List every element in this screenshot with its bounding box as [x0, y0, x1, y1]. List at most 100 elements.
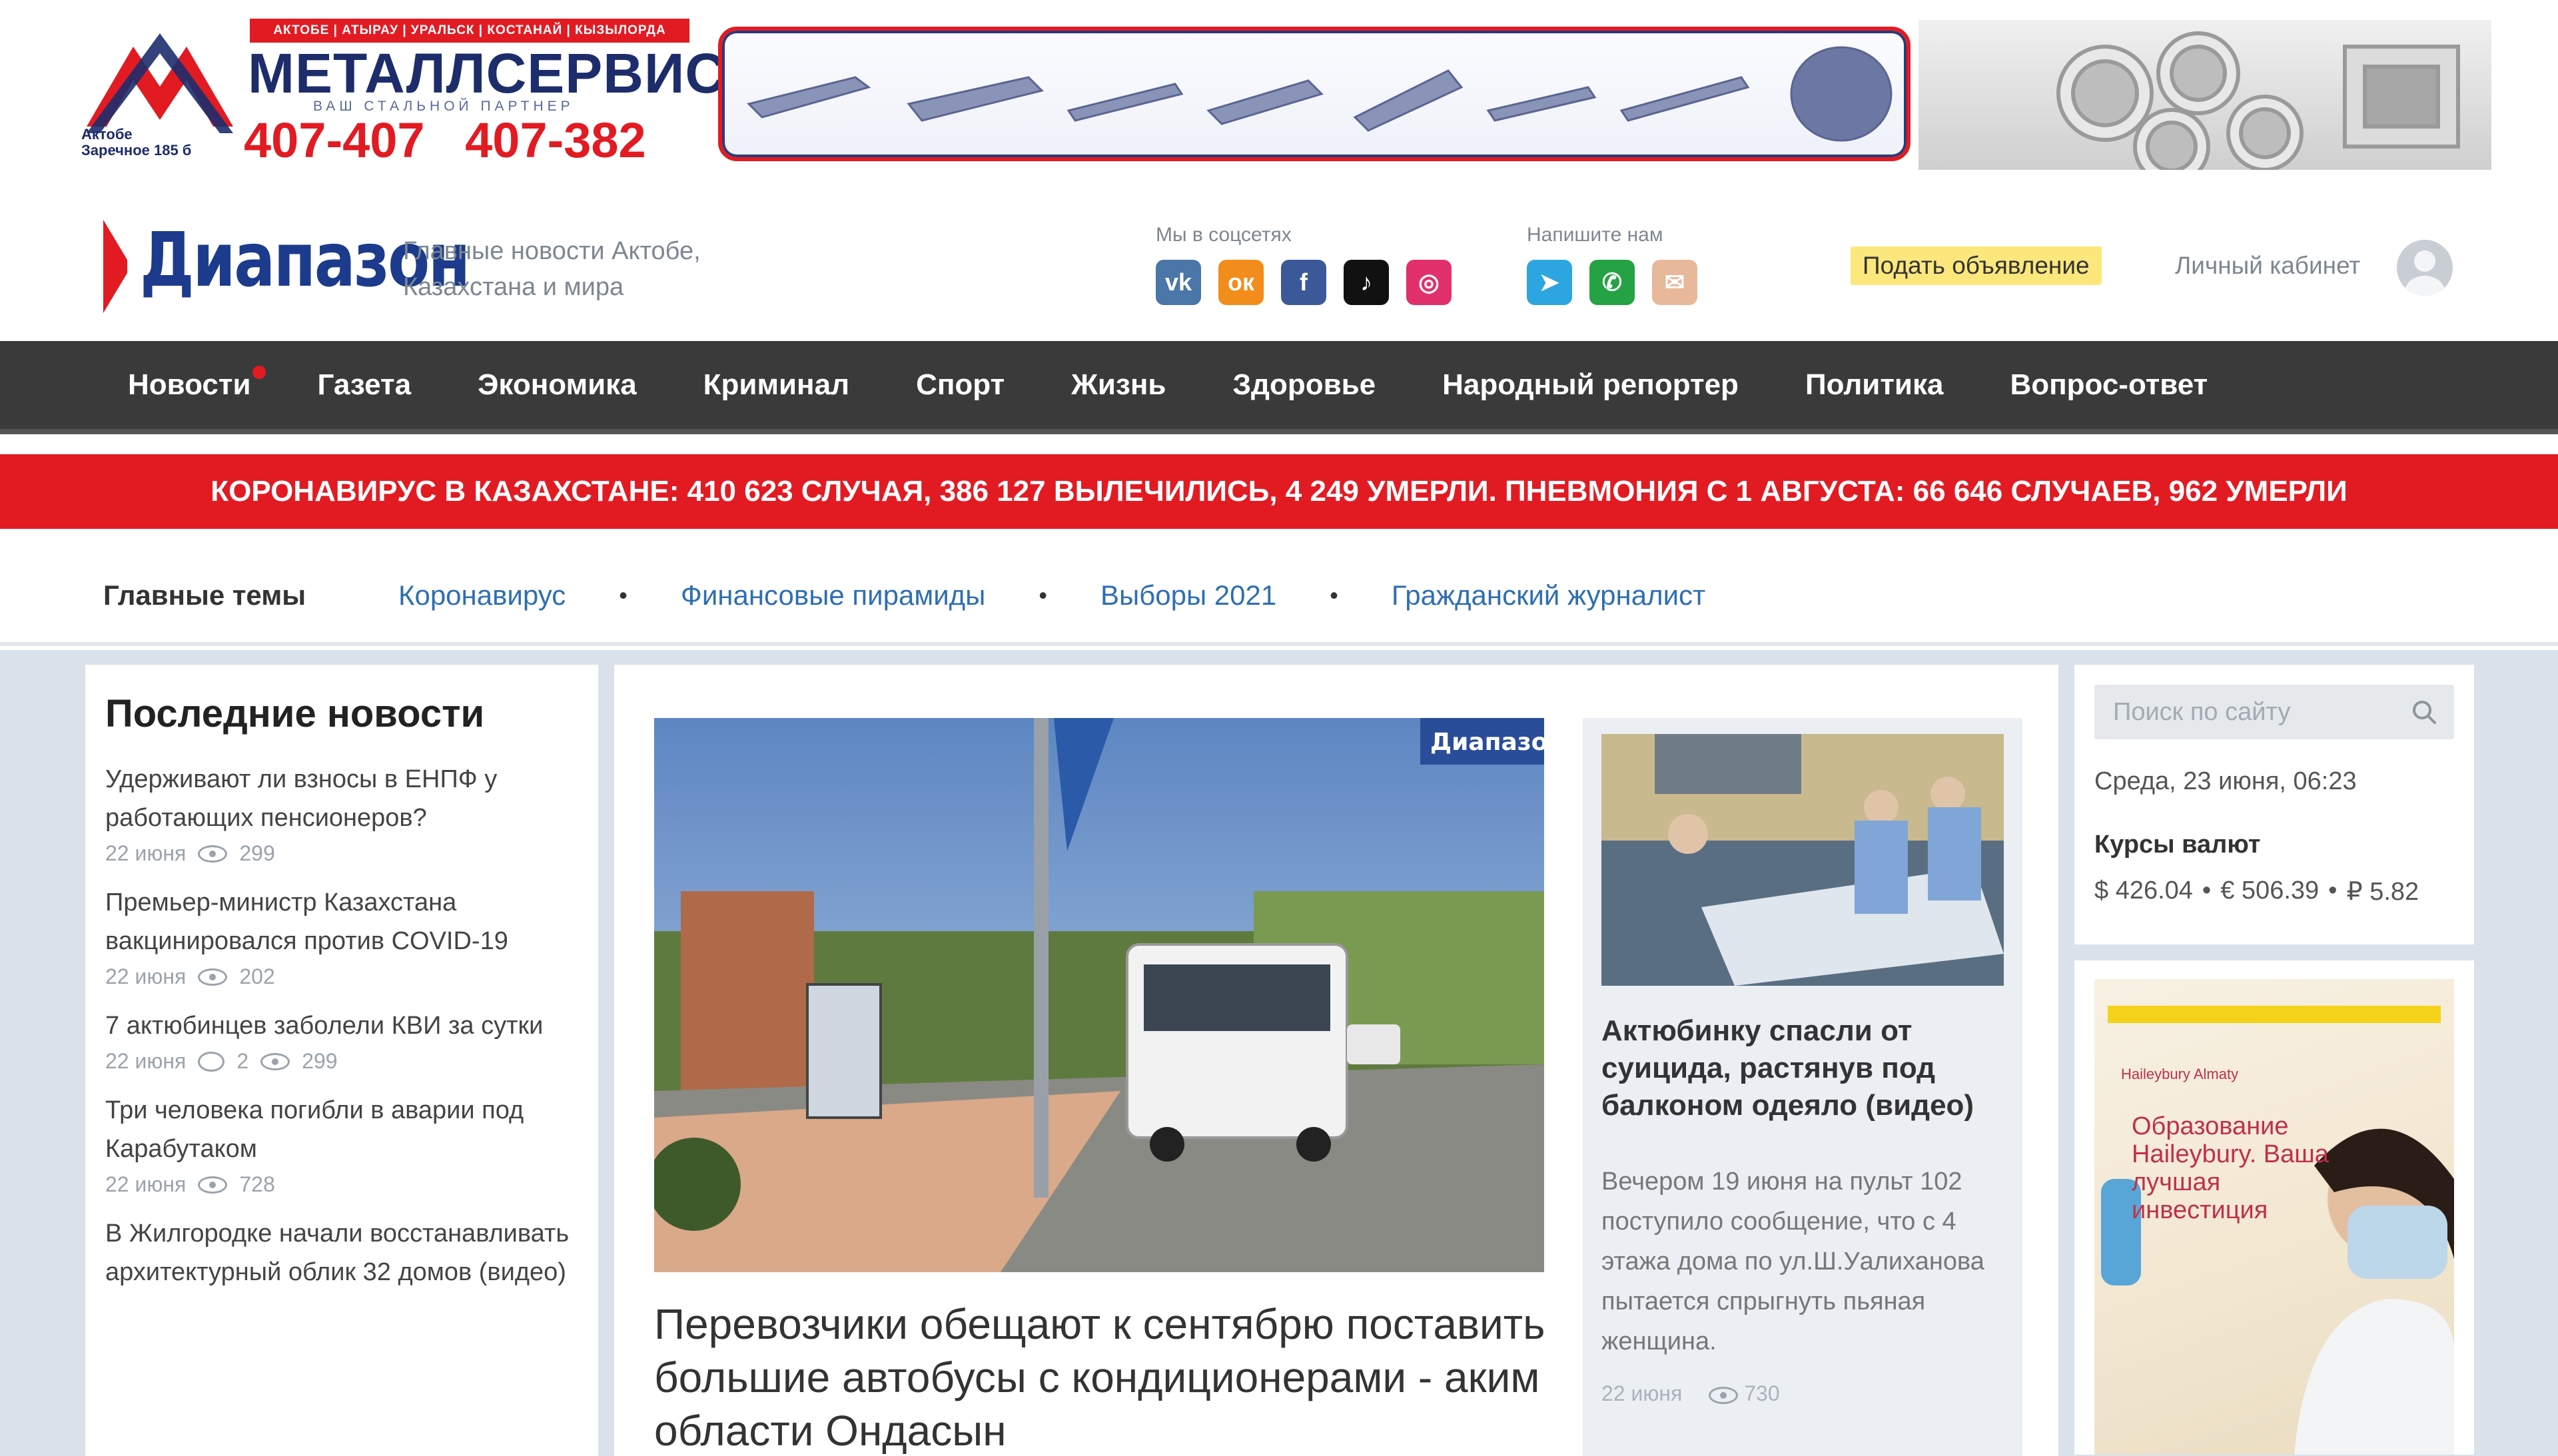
nav-item-label: Здоровье: [1232, 368, 1376, 401]
telegram-icon[interactable]: ➤: [1527, 260, 1572, 305]
banner-city: Актобе Заречное 185 б: [81, 126, 192, 159]
main-topics-bar: Главные темы Коронавирус • Финансовые пира…: [0, 546, 2558, 646]
instagram-icon[interactable]: ◎: [1406, 260, 1452, 305]
whatsapp-icon[interactable]: ✆: [1589, 260, 1635, 305]
side-story-card[interactable]: Актюбинку спасли от суицида, растянув по…: [1583, 718, 2022, 1456]
search-icon[interactable]: [2411, 699, 2437, 725]
topic-link[interactable]: Финансовые пирамиды: [681, 579, 985, 611]
list-item[interactable]: Удерживают ли взносы в ЕНПФ у работающих…: [105, 760, 578, 866]
side-story-views: 730: [1744, 1381, 1780, 1405]
user-avatar-icon[interactable]: [2397, 240, 2453, 296]
news-date: 22 июня: [105, 1049, 187, 1073]
nav-item-3[interactable]: Криминал: [703, 368, 849, 402]
nav-item-8[interactable]: Политика: [1805, 368, 1944, 402]
featured-column: Диапазон Перевозчики обещают к сентябрю …: [614, 665, 2058, 1456]
facebook-icon[interactable]: f: [1281, 260, 1326, 305]
main-topics-title: Главные темы: [103, 579, 306, 611]
latest-news-column: Последние новости Удерживают ли взносы в…: [85, 665, 598, 1456]
side-ad[interactable]: Haileybury Almaty Образование Haileybury…: [2074, 960, 2474, 1455]
rate-separator: •: [2202, 877, 2212, 905]
topic-link[interactable]: Выборы 2021: [1100, 579, 1276, 611]
topic-separator: •: [619, 581, 628, 609]
news-date: 22 июня: [105, 841, 187, 865]
news-date: 22 июня: [105, 964, 187, 988]
news-meta: 22 июня 2 299: [105, 1049, 578, 1074]
ad-brand: Haileybury Almaty: [2121, 1066, 2239, 1082]
post-ad-button[interactable]: Подать объявление: [1851, 246, 2102, 285]
topic-separator: •: [1039, 581, 1047, 609]
nav-item-5[interactable]: Жизнь: [1071, 368, 1166, 402]
banner-products-image: [718, 27, 1911, 161]
list-item[interactable]: Премьер-министр Казахстана вакцинировалс…: [105, 883, 578, 989]
nav-item-1[interactable]: Газета: [318, 368, 412, 402]
news-views: 299: [239, 841, 275, 865]
search-input[interactable]: [2094, 685, 2454, 739]
site-tagline: Главные новости Актобе, Казахстана и мир…: [403, 237, 701, 301]
new-indicator-dot: [252, 366, 266, 379]
topic-link[interactable]: Гражданский журналист: [1392, 579, 1705, 611]
currency-rate: ₽ 5.82: [2346, 878, 2419, 906]
banner-pipes-image: [1918, 20, 2491, 170]
banner-cities-strip: АКТОБЕ | АТЫРАУ | УРАЛЬСК | КОСТАНАЙ | К…: [250, 19, 689, 43]
views-icon: [198, 968, 228, 986]
nav-item-label: Политика: [1805, 368, 1944, 401]
nav-item-4[interactable]: Спорт: [916, 368, 1005, 402]
currency-rate: € 506.39: [2220, 877, 2320, 905]
rate-separator: •: [2328, 877, 2338, 905]
nav-item-label: Вопрос-ответ: [2010, 368, 2208, 401]
side-story-title[interactable]: Актюбинку спасли от суицида, растянув по…: [1601, 1012, 2004, 1124]
news-title[interactable]: Удерживают ли взносы в ЕНПФ у работающих…: [105, 760, 578, 837]
news-views: 728: [239, 1172, 275, 1196]
nav-item-label: Жизнь: [1071, 368, 1166, 401]
odnoklassniki-icon[interactable]: ок: [1218, 260, 1264, 305]
news-title[interactable]: 7 актюбинцев заболели КВИ за сутки: [105, 1006, 578, 1045]
news-date: 22 июня: [105, 1172, 187, 1196]
nav-item-0[interactable]: Новости: [128, 366, 266, 402]
metallservis-banner[interactable]: Актобе Заречное 185 б АКТОБЕ | АТЫРАУ | …: [0, 0, 2558, 186]
haileybury-ad-image[interactable]: Haileybury Almaty Образование Haileybury…: [2094, 979, 2454, 1455]
main-story-photo[interactable]: Диапазон: [654, 718, 1544, 1272]
views-icon: [198, 845, 228, 863]
write-us-label: Напишите нам: [1527, 224, 1663, 246]
social-links: vk ок f ♪ ◎: [1156, 260, 1452, 305]
news-meta: 22 июня 299: [105, 841, 578, 866]
nav-item-label: Экономика: [478, 368, 637, 401]
personal-cabinet-link[interactable]: Личный кабинет: [2175, 252, 2360, 280]
banner-phones: 407-407 407-382: [244, 113, 646, 168]
news-meta: 22 июня 202: [105, 964, 578, 989]
topic-link[interactable]: Коронавирус: [398, 579, 566, 611]
covid-ticker[interactable]: КОРОНАВИРУС В КАЗАХСТАНЕ: 410 623 СЛУЧАЯ…: [0, 454, 2558, 529]
tiktok-icon[interactable]: ♪: [1344, 260, 1389, 305]
info-widget: Среда, 23 июня, 06:23 Курсы валют $ 426.…: [2074, 665, 2474, 944]
views-icon: [198, 1176, 228, 1194]
views-icon: [1709, 1386, 1739, 1404]
vk-icon[interactable]: vk: [1156, 260, 1201, 305]
list-item[interactable]: 7 актюбинцев заболели КВИ за сутки 22 июн…: [105, 1006, 578, 1074]
news-views: 202: [239, 964, 275, 988]
nav-item-7[interactable]: Народный репортер: [1442, 368, 1739, 402]
side-story-photo[interactable]: [1601, 734, 2004, 986]
nav-item-label: Спорт: [916, 368, 1005, 401]
list-item[interactable]: В Жилгородке начали восстанавливать архи…: [105, 1214, 578, 1291]
contact-links: ➤ ✆ ✉: [1527, 260, 1697, 305]
banner-brand: МЕТАЛЛСЕРВИС: [248, 42, 727, 105]
news-title[interactable]: Премьер-министр Казахстана вакцинировалс…: [105, 883, 578, 960]
email-icon[interactable]: ✉: [1652, 260, 1697, 305]
nav-item-9[interactable]: Вопрос-ответ: [2010, 368, 2208, 402]
site-search: [2094, 685, 2454, 739]
nav-item-label: Новости: [128, 368, 251, 401]
nav-item-6[interactable]: Здоровье: [1232, 368, 1376, 402]
news-comments: 2: [236, 1049, 249, 1073]
nav-item-2[interactable]: Экономика: [478, 368, 637, 402]
topic-separator: •: [1330, 581, 1338, 609]
news-title[interactable]: Три человека погибли в аварии под Карабу…: [105, 1091, 578, 1168]
logo-flag-icon: [103, 220, 127, 313]
list-item[interactable]: Три человека погибли в аварии под Карабу…: [105, 1091, 578, 1197]
side-story-text: Вечером 19 июня на пульт 102 поступило с…: [1601, 1168, 1984, 1355]
currency-rate: $ 426.04: [2094, 877, 2193, 905]
news-title[interactable]: В Жилгородке начали восстанавливать архи…: [105, 1214, 578, 1291]
main-story-headline[interactable]: Перевозчики обещают к сентябрю поставить…: [654, 1297, 1560, 1456]
news-meta: 22 июня 728: [105, 1172, 578, 1197]
views-icon: [260, 1052, 290, 1070]
comments-icon: [198, 1051, 225, 1072]
